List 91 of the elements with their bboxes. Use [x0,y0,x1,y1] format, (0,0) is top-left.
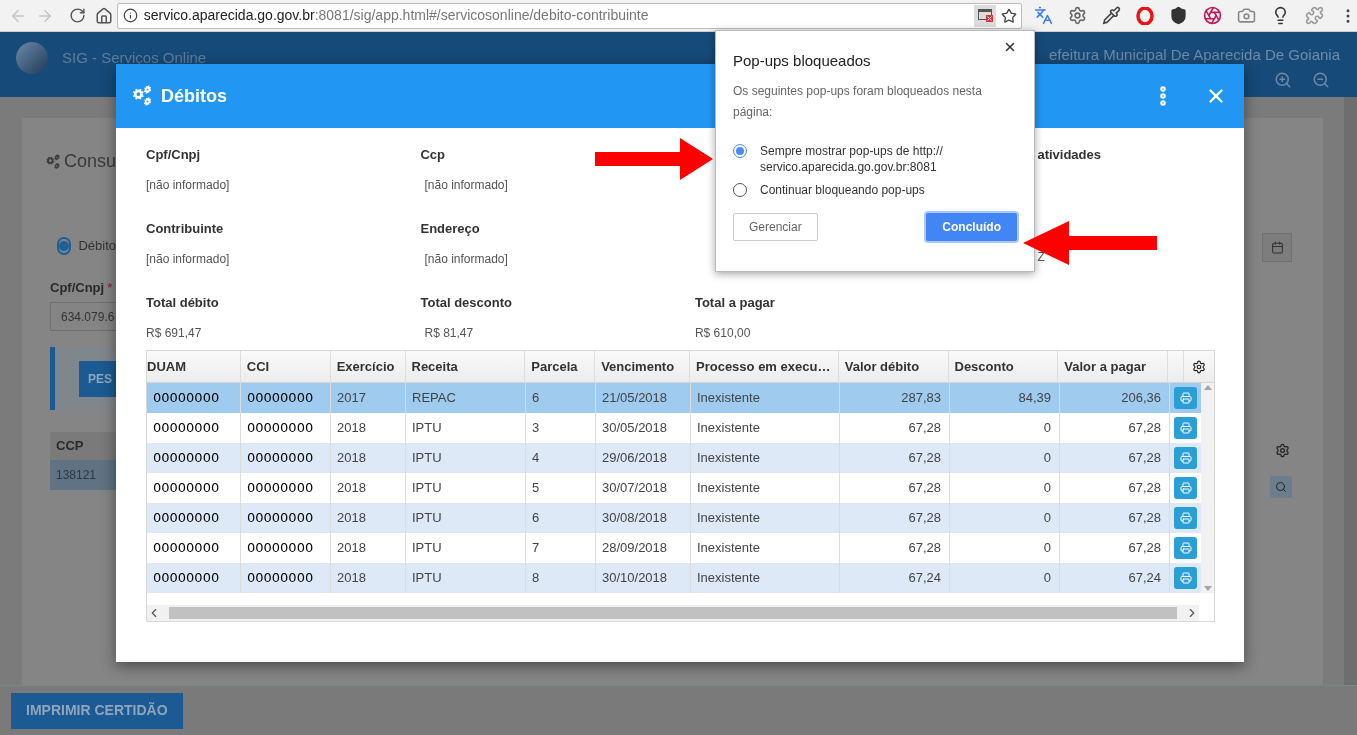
gear-icon[interactable] [1192,359,1207,374]
puzzle-icon[interactable] [1305,6,1324,25]
column-header[interactable]: Desconto [948,351,1059,382]
address-bar[interactable]: servico.aparecida.go.gov.br:8081/sig/app.html#/servicosonline/debito-contribuinte [116,2,1022,29]
page-scrollbar[interactable] [1344,97,1357,685]
column-header[interactable]: Vencimento [595,351,690,382]
column-header[interactable]: CCI [240,351,331,382]
printer-icon [1179,452,1192,464]
done-button[interactable]: Concluído [926,212,1017,241]
radio-button[interactable] [57,236,72,255]
field-value: [não informado] [423,251,508,268]
field-value: R$ 81,47 [423,325,474,342]
column-header[interactable]: DUAM [147,351,241,382]
column-header[interactable]: Exercício [330,351,406,382]
field-label: Cpf/Cnpj [146,146,201,161]
column-header[interactable]: Parcela [525,351,596,382]
field-value: [não informado] [146,251,230,268]
bubble-message: Os seguintes pop-ups foram bloqueados nesta página: [733,82,983,121]
field-value: [não informado] [146,177,230,194]
column-header[interactable]: Processo em execu… [690,351,839,382]
ring-icon[interactable] [1136,6,1154,25]
table-row[interactable]: 00000000 00000000 2018 IPTU 4 29/06/2018 Inexistente 67,28 0 67,28 [147,443,1201,473]
scroll-up-icon[interactable] [1203,385,1212,390]
field-label: Total a pagar [694,294,775,309]
print-button[interactable] [1174,387,1197,409]
info-icon[interactable] [122,8,138,23]
field-label: Contribuinte [146,220,224,235]
field-label: Ccp [420,146,446,161]
shield-icon[interactable] [1169,6,1188,25]
printer-icon [1179,542,1192,554]
required-mark: * [107,278,113,297]
print-button[interactable] [1174,447,1197,469]
field-value: [não informado] [423,177,508,194]
close-icon[interactable] [1003,40,1017,54]
url-text: servico.aparecida.go.gov.br:8081/sig/app.html#/servicosonline/debito-contribuinte [143,6,649,25]
printer-icon [1179,482,1192,494]
aperture-icon[interactable] [1203,6,1222,25]
field-label: Total débito [146,294,219,309]
print-button[interactable] [1174,507,1197,529]
option-label: Continuar bloqueando pop-ups [760,181,926,198]
field-label: Endereço [420,220,480,235]
gears-icon [45,153,61,170]
blocked-popup-icon[interactable] [974,4,996,27]
field-value: Z [1037,249,1045,266]
app-title: SIG - Serviços Online [62,48,207,68]
printer-icon [1179,422,1192,434]
page-heading: Consu [63,150,116,173]
table-row[interactable]: 00000000 00000000 2018 IPTU 6 30/08/2018 Inexistente 67,28 0 67,28 [147,503,1201,533]
translate-icon[interactable] [1034,6,1053,25]
bookmark-star-icon[interactable] [1001,7,1017,24]
field-value: R$ 691,47 [146,325,202,342]
radio-label: Débito [78,237,116,255]
field-label: Total desconto [420,294,512,309]
print-button[interactable] [1174,477,1197,499]
field-value: R$ 610,00 [694,325,751,342]
logo-icon [16,42,48,74]
column-header[interactable]: Valor a pagar [1058,351,1169,382]
scroll-down-icon[interactable] [1203,586,1212,591]
bubble-title: Pop-ups bloqueados [733,51,871,71]
grid-header: CCP [50,432,116,460]
table-row[interactable]: 00000000 00000000 2018 IPTU 8 30/10/2018 Inexistente 67,24 0 67,24 [147,563,1201,593]
table-row[interactable]: 00000000 00000000 2017 REPAC 6 21/05/2018 Inexistente 287,83 84,39 206,36 [147,383,1201,413]
camera-icon[interactable] [1237,6,1256,25]
print-button[interactable] [1174,567,1197,589]
zoom-in-icon[interactable] [1274,70,1292,89]
gears-icon [131,85,153,107]
manage-button[interactable]: Gerenciar [733,212,818,241]
search-button[interactable] [1270,476,1292,498]
reload-icon[interactable] [69,7,86,24]
field-label: Cpf/Cnpj [50,278,105,297]
printer-icon [1179,392,1192,404]
print-button[interactable] [1174,537,1197,559]
column-header[interactable]: Valor débito [838,351,949,382]
zoom-out-icon[interactable] [1312,70,1330,89]
printer-icon [1179,572,1192,584]
print-button[interactable] [1174,417,1197,439]
printer-icon [1179,512,1192,524]
calendar-icon [1270,241,1284,254]
radio-button[interactable] [733,143,747,158]
vertical-scrollbar[interactable] [1201,383,1214,593]
dialog-title: Débitos [161,84,227,108]
horizontal-scrollbar[interactable] [147,605,1199,621]
home-icon[interactable] [95,6,113,25]
column-header[interactable]: Receita [405,351,526,382]
field-label: atividades [1037,146,1101,161]
calendar-button[interactable] [1262,233,1292,262]
eyedropper-icon[interactable] [1102,6,1121,25]
search-icon [1275,481,1287,493]
organization-name: efeitura Municipal De Aparecida De Goiania [1049,45,1340,65]
cpf-field[interactable]: 634.079.6 [50,302,116,331]
option-label: Sempre mostrar pop-ups de http:// servico.aparecida.go.gov.br:8081 [760,142,944,175]
